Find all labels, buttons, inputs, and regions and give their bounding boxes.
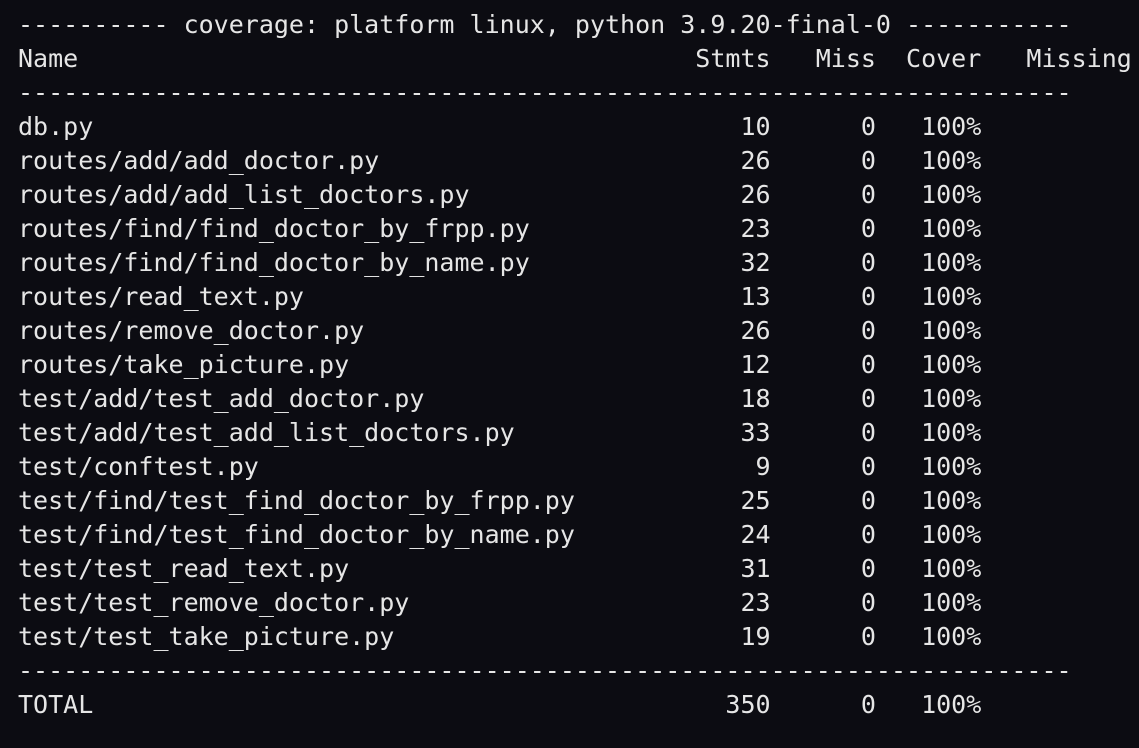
coverage-row: routes/add/add_doctor.py 26 0 100% — [18, 146, 982, 175]
coverage-row: test/add/test_add_list_doctors.py 33 0 1… — [18, 418, 982, 447]
total-row: TOTAL 350 0 100% — [18, 690, 982, 719]
coverage-row: test/conftest.py 9 0 100% — [18, 452, 982, 481]
terminal-window[interactable]: ---------- coverage: platform linux, pyt… — [0, 0, 1139, 748]
coverage-row: test/find/test_find_doctor_by_name.py 24… — [18, 520, 982, 549]
coverage-row: test/find/test_find_doctor_by_frpp.py 25… — [18, 486, 982, 515]
column-header-line: Name Stmts Miss Cover Missing — [18, 44, 1132, 73]
coverage-row: routes/take_picture.py 12 0 100% — [18, 350, 982, 379]
coverage-row: test/add/test_add_doctor.py 18 0 100% — [18, 384, 982, 413]
coverage-row: test/test_read_text.py 31 0 100% — [18, 554, 982, 583]
coverage-row: routes/find/find_doctor_by_name.py 32 0 … — [18, 248, 982, 277]
coverage-row: routes/add/add_list_doctors.py 26 0 100% — [18, 180, 982, 209]
coverage-row: routes/read_text.py 13 0 100% — [18, 282, 982, 311]
coverage-row: test/test_take_picture.py 19 0 100% — [18, 622, 982, 651]
coverage-header-line: ---------- coverage: platform linux, pyt… — [18, 10, 1072, 39]
coverage-row: test/test_remove_doctor.py 23 0 100% — [18, 588, 982, 617]
coverage-row: routes/remove_doctor.py 26 0 100% — [18, 316, 982, 345]
separator-line-top: ----------------------------------------… — [18, 78, 1072, 107]
coverage-row: db.py 10 0 100% — [18, 112, 982, 141]
coverage-row: routes/find/find_doctor_by_frpp.py 23 0 … — [18, 214, 982, 243]
separator-line-bottom: ----------------------------------------… — [18, 656, 1072, 685]
